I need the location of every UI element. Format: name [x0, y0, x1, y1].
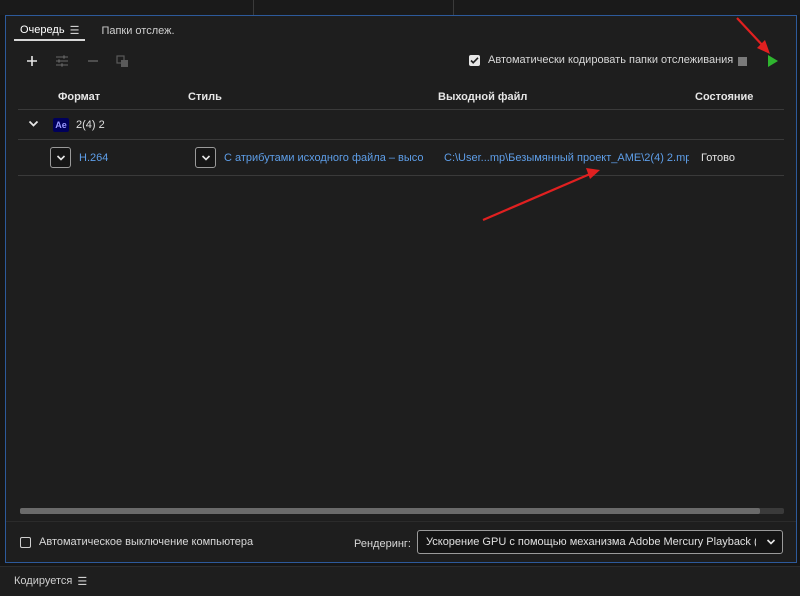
preset-settings-icon — [56, 55, 68, 67]
tab-watch-folders[interactable]: Папки отслеж. — [95, 21, 180, 41]
header-style[interactable]: Стиль — [188, 91, 222, 103]
tab-encoding[interactable]: Кодируется ☰ — [8, 571, 93, 591]
header-format[interactable]: Формат — [58, 91, 100, 103]
status-text: Готово — [701, 152, 735, 164]
start-queue-button[interactable] — [768, 55, 778, 67]
renderer-select[interactable]: Ускорение GPU с помощью механизма Adobe … — [417, 530, 783, 554]
tab-watch-folders-label: Папки отслеж. — [101, 25, 175, 37]
panel-menu-icon[interactable]: ☰ — [77, 575, 87, 588]
add-source-button[interactable] — [23, 52, 41, 70]
tab-encoding-label: Кодируется — [14, 575, 73, 587]
auto-shutdown-option[interactable]: Автоматическое выключение компьютера — [20, 536, 253, 548]
stop-queue-button[interactable] — [738, 57, 747, 66]
render-settings-bar: Автоматическое выключение компьютера Рен… — [6, 521, 796, 561]
queue-group-row[interactable]: Ae 2(4) 2 — [18, 112, 784, 140]
tab-queue[interactable]: Очередь ☰ — [14, 21, 86, 41]
app-badge-label: Ae — [55, 120, 67, 130]
tab-queue-label: Очередь — [20, 24, 65, 36]
remove-button[interactable] — [84, 52, 102, 70]
queue-panel: Очередь ☰ Папки отслеж. Автоматически ко… — [5, 15, 797, 563]
encoding-panel-header: Кодируется ☰ — [0, 566, 800, 596]
renderer-value: Ускорение GPU с помощью механизма Adobe … — [426, 536, 756, 548]
auto-encode-label: Автоматически кодировать папки отслежива… — [488, 54, 734, 66]
queue-item-row[interactable]: H.264 С атрибутами исходного файла – выс… — [18, 142, 784, 176]
duplicate-icon — [115, 54, 128, 67]
panel-tabs: Очередь ☰ Папки отслеж. — [14, 20, 181, 42]
chevron-down-icon — [201, 154, 210, 161]
preset-link[interactable]: С атрибутами исходного файла – высок... — [224, 152, 424, 164]
chevron-down-icon[interactable] — [28, 118, 39, 129]
output-file-link[interactable]: C:\User...mp\Безымянный проект_AME\2(4) … — [444, 152, 689, 164]
top-strip — [0, 0, 800, 15]
format-link[interactable]: H.264 — [79, 152, 169, 164]
render-label: Рендеринг: — [354, 538, 411, 550]
chevron-down-icon — [766, 539, 776, 545]
header-status[interactable]: Состояние — [695, 91, 753, 103]
auto-shutdown-label: Автоматическое выключение компьютера — [39, 536, 254, 548]
auto-encode-option[interactable]: Автоматически кодировать папки отслежива… — [469, 54, 733, 66]
horizontal-scrollbar[interactable] — [20, 508, 784, 514]
chevron-down-icon — [56, 154, 65, 161]
duplicate-button[interactable] — [113, 52, 131, 70]
scrollbar-thumb[interactable] — [20, 508, 760, 514]
auto-shutdown-checkbox[interactable] — [20, 536, 31, 548]
after-effects-badge-icon: Ae — [53, 118, 69, 132]
preset-dropdown[interactable] — [195, 147, 216, 168]
queue-table-header: Формат Стиль Выходной файл Состояние — [18, 86, 784, 110]
preset-settings-button[interactable] — [53, 52, 71, 70]
minus-icon — [88, 60, 98, 62]
header-output-file[interactable]: Выходной файл — [438, 91, 527, 103]
format-dropdown[interactable] — [50, 147, 71, 168]
checkmark-icon — [470, 56, 479, 64]
panel-menu-icon[interactable]: ☰ — [70, 24, 80, 37]
auto-encode-checkbox[interactable] — [469, 54, 480, 66]
queue-toolbar: Автоматически кодировать папки отслежива… — [6, 48, 796, 74]
source-name: 2(4) 2 — [76, 119, 105, 131]
plus-icon — [27, 56, 37, 66]
